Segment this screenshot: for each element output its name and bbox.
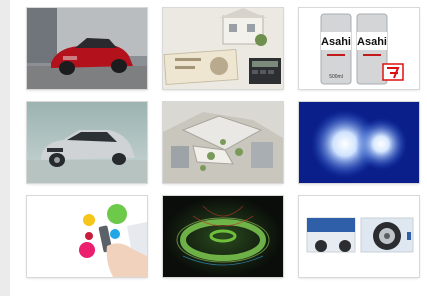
thumbnail-beer-cans[interactable]: Asahi Asahi 500ml xyxy=(299,8,419,89)
can-brand-text-2: Asahi xyxy=(357,36,387,48)
thumbnail-house-and-money[interactable] xyxy=(163,8,283,89)
silver-sedan-image xyxy=(27,102,147,183)
thumbnail-particle-ring[interactable] xyxy=(163,196,283,277)
image-gallery-panel: Asahi Asahi 500ml xyxy=(10,0,427,296)
aerial-development-image xyxy=(163,102,283,183)
red-sports-car-image xyxy=(27,8,147,89)
house-and-money-image xyxy=(163,8,283,89)
thumbnail-blue-orbs[interactable] xyxy=(299,102,419,183)
vehicle-wheels-image xyxy=(299,196,419,277)
thumbnail-aerial-development[interactable] xyxy=(163,102,283,183)
blue-orbs-image xyxy=(299,102,419,183)
colorful-dots-phone-image xyxy=(27,196,147,277)
can-brand-text-1: Asahi xyxy=(321,36,351,48)
thumbnail-vehicle-wheels[interactable] xyxy=(299,196,419,277)
beer-cans-image: Asahi Asahi 500ml xyxy=(299,8,419,89)
can-volume-1: 500ml xyxy=(329,74,343,80)
thumbnail-colorful-dots-phone[interactable] xyxy=(27,196,147,277)
particle-ring-image xyxy=(163,196,283,277)
thumbnail-red-sports-car[interactable] xyxy=(27,8,147,89)
thumbnail-silver-sedan[interactable] xyxy=(27,102,147,183)
